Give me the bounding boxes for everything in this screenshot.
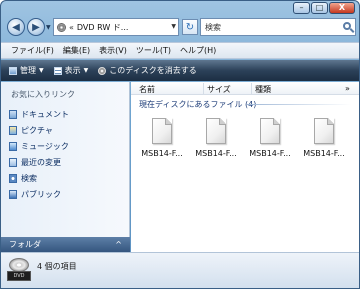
folders-label: フォルダ <box>9 240 41 249</box>
file-icon <box>260 118 280 144</box>
file-name: MSB14-F... <box>141 149 183 158</box>
disc-icon <box>9 258 29 272</box>
file-icon <box>152 118 172 144</box>
address-row: ◀ ▶ ▼ « DVD RW ド... ▼ ↻ 検索 <box>1 15 359 39</box>
details-pane: DVD 4 個の項目 <box>1 252 359 288</box>
file-grid: MSB14-F... MSB14-F... MSB14-F... MSB14-F… <box>135 114 351 158</box>
caption-buttons: – □ X <box>293 2 355 14</box>
column-type[interactable]: 種類 <box>255 84 271 95</box>
back-button[interactable]: ◀ <box>7 18 25 36</box>
sidebar-item-label: ドキュメント <box>21 109 69 119</box>
explorer-window: – □ X ◀ ▶ ▼ « DVD RW ド... ▼ ↻ 検索 ファイル(F)… <box>0 0 360 289</box>
sidebar-item-label: 検索 <box>21 173 37 183</box>
file-list-pane: 名前 サイズ 種類 » 現在ディスクにあるファイル (4) MSB14-F...… <box>131 82 359 252</box>
breadcrumb-path[interactable]: DVD RW ド... <box>77 22 129 33</box>
organize-icon <box>9 66 17 75</box>
search-placeholder: 検索 <box>205 22 221 32</box>
views-button[interactable]: 表示 ▼ <box>53 65 89 76</box>
search-input[interactable]: 検索 <box>200 18 356 36</box>
file-item[interactable]: MSB14-F... <box>135 114 189 158</box>
sidebar-item-documents[interactable]: ドキュメント <box>9 106 69 122</box>
item-count: 4 個の項目 <box>37 262 77 271</box>
menu-view[interactable]: 表示(V) <box>99 45 127 56</box>
views-label: 表示 <box>64 66 81 75</box>
sidebar-item-label: 最近の変更 <box>21 157 61 167</box>
menu-edit[interactable]: 編集(E) <box>63 45 90 56</box>
favorite-links-list: ドキュメント ピクチャ ミュージック 最近の変更 検索 パブリック <box>9 106 69 202</box>
column-divider[interactable] <box>203 83 204 94</box>
file-icon <box>314 118 334 144</box>
sidebar-item-public[interactable]: パブリック <box>9 186 69 202</box>
sidebar-item-label: パブリック <box>21 189 61 199</box>
drive-label: DVD <box>7 271 31 281</box>
address-bar[interactable]: « DVD RW ド... ▼ <box>53 18 179 36</box>
refresh-icon: ↻ <box>185 21 195 33</box>
group-divider <box>247 104 351 105</box>
menu-help[interactable]: ヘルプ(H) <box>180 45 216 56</box>
organize-button[interactable]: 管理 ▼ <box>9 65 44 76</box>
file-item[interactable]: MSB14-F... <box>189 114 243 158</box>
sidebar-item-music[interactable]: ミュージック <box>9 138 69 154</box>
recent-icon <box>9 157 17 167</box>
chevron-down-icon: ▼ <box>39 67 44 74</box>
dvd-drive-icon <box>57 22 66 32</box>
menu-bar: ファイル(F) 編集(E) 表示(V) ツール(T) ヘルプ(H) <box>1 42 359 59</box>
close-button[interactable]: X <box>329 2 355 14</box>
views-icon <box>53 66 62 75</box>
search-icon[interactable] <box>343 22 351 30</box>
pictures-icon <box>9 125 17 135</box>
file-item[interactable]: MSB14-F... <box>297 114 351 158</box>
organize-label: 管理 <box>20 66 36 75</box>
search-icon <box>9 173 17 183</box>
erase-disc-label: このディスクを消去する <box>109 66 197 75</box>
column-divider[interactable] <box>251 83 252 94</box>
forward-arrow-icon: ▶ <box>32 21 40 33</box>
sidebar-item-search[interactable]: 検索 <box>9 170 69 186</box>
group-title[interactable]: 現在ディスクにあるファイル (4) <box>139 99 256 110</box>
command-bar: 管理 ▼ 表示 ▼ このディスクを消去する <box>1 60 359 81</box>
menu-tools[interactable]: ツール(T) <box>136 45 171 56</box>
file-item[interactable]: MSB14-F... <box>243 114 297 158</box>
column-header-row: 名前 サイズ 種類 » <box>131 82 359 95</box>
file-name: MSB14-F... <box>303 149 345 158</box>
more-columns-icon[interactable]: » <box>345 84 350 93</box>
sidebar-item-pictures[interactable]: ピクチャ <box>9 122 69 138</box>
documents-icon <box>9 109 17 119</box>
forward-button[interactable]: ▶ <box>27 18 45 36</box>
refresh-button[interactable]: ↻ <box>182 19 198 35</box>
column-name[interactable]: 名前 <box>139 84 155 95</box>
chevron-down-icon: ▼ <box>83 67 89 74</box>
sidebar-item-label: ピクチャ <box>21 125 53 135</box>
column-size[interactable]: サイズ <box>207 84 231 95</box>
file-icon <box>206 118 226 144</box>
menu-file[interactable]: ファイル(F) <box>11 45 54 56</box>
chevron-up-icon: ^ <box>115 240 122 249</box>
folders-toggle[interactable]: フォルダ ^ <box>1 237 130 252</box>
navigation-pane: お気に入りリンク ドキュメント ピクチャ ミュージック 最近の変更 検索 パブリ… <box>1 82 130 237</box>
maximize-button[interactable]: □ <box>311 2 328 14</box>
minimize-button[interactable]: – <box>293 2 310 14</box>
dvd-drive-icon: DVD <box>7 258 31 282</box>
music-icon <box>9 141 17 151</box>
recent-pages-dropdown-icon[interactable]: ▼ <box>46 24 51 31</box>
breadcrumb-overflow[interactable]: « <box>69 23 74 32</box>
sidebar-item-label: ミュージック <box>21 141 69 151</box>
favorite-links-heading: お気に入りリンク <box>11 90 75 99</box>
sidebar-item-recent[interactable]: 最近の変更 <box>9 154 69 170</box>
file-name: MSB14-F... <box>249 149 291 158</box>
public-icon <box>9 189 17 199</box>
disc-icon <box>98 66 107 75</box>
erase-disc-button[interactable]: このディスクを消去する <box>98 65 197 76</box>
back-arrow-icon: ◀ <box>12 21 20 33</box>
address-dropdown-icon[interactable]: ▼ <box>171 23 176 30</box>
file-name: MSB14-F... <box>195 149 237 158</box>
